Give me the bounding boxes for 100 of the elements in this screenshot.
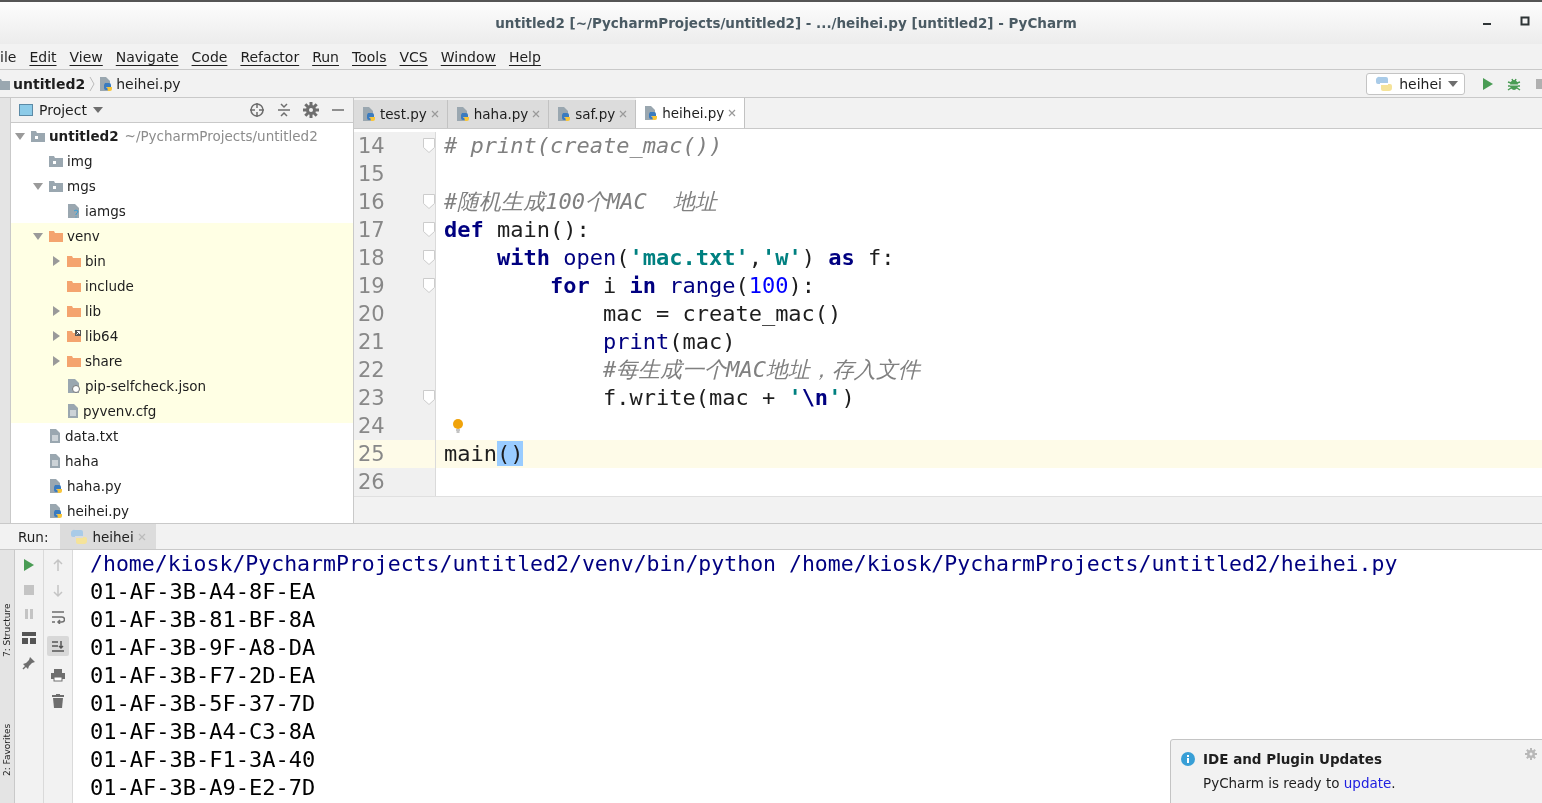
code-line: #每生成一个MAC地址，存入文件 <box>601 356 920 384</box>
editor-tab[interactable]: heihei.py <box>636 98 746 128</box>
editor-tab[interactable]: haha.py <box>447 100 550 128</box>
close-icon[interactable] <box>532 110 541 118</box>
menu-item[interactable]: Navigate <box>115 48 179 65</box>
fold-marker-icon[interactable] <box>423 222 435 238</box>
tree-item[interactable]: bin <box>67 252 106 269</box>
menu-item[interactable]: Edit <box>29 48 57 65</box>
python-file-icon <box>644 106 659 120</box>
fold-marker-icon[interactable] <box>423 278 435 294</box>
maximize-icon[interactable] <box>1520 16 1530 26</box>
menu-item[interactable]: Refactor <box>240 48 300 65</box>
print-icon[interactable] <box>51 668 65 682</box>
folder-icon <box>49 154 63 167</box>
python-file-icon <box>557 107 572 121</box>
fold-marker-icon[interactable] <box>423 250 435 266</box>
up-arrow-icon[interactable] <box>52 558 64 572</box>
collapse-arrow-icon[interactable] <box>33 230 43 241</box>
file-icon <box>67 403 79 418</box>
collapse-icon[interactable] <box>277 102 291 118</box>
close-icon[interactable] <box>728 109 737 117</box>
tree-item[interactable]: pip-selfcheck.json <box>67 377 207 394</box>
menu-item[interactable]: Code <box>191 48 228 65</box>
file-icon <box>67 378 81 393</box>
tree-item[interactable]: haha <box>49 452 99 469</box>
menu-item[interactable]: Window <box>440 48 496 65</box>
tree-item[interactable]: untitled2 <box>31 127 119 144</box>
stop-icon[interactable] <box>23 584 35 596</box>
line-number: 15 <box>357 161 386 188</box>
folder-icon <box>0 77 10 90</box>
folder-icon <box>49 179 63 192</box>
tree-item[interactable]: venv <box>49 227 100 244</box>
menu-item[interactable]: ile <box>0 48 17 65</box>
code-line: main() <box>444 440 524 468</box>
light-bulb-icon[interactable] <box>452 418 464 434</box>
tree-item[interactable]: lib64 <box>67 327 119 344</box>
console-line: 01-AF-3B-A9-E2-7D <box>90 774 316 802</box>
close-icon[interactable] <box>430 110 439 118</box>
line-number: 17 <box>357 217 386 244</box>
bug-icon[interactable] <box>1507 76 1521 91</box>
fold-marker-icon[interactable] <box>423 138 435 154</box>
python-icon <box>70 528 89 545</box>
code-line: print(mac) <box>601 328 736 356</box>
crosshair-icon[interactable] <box>249 102 265 118</box>
run-tab[interactable]: heihei <box>60 524 156 549</box>
expand-arrow-icon[interactable] <box>51 330 61 341</box>
run-icon[interactable] <box>23 558 35 572</box>
fold-marker-icon[interactable] <box>423 390 435 406</box>
breadcrumb-item[interactable]: untitled2 <box>0 75 86 92</box>
wrap-icon[interactable] <box>51 610 65 624</box>
tree-item[interactable]: share <box>67 352 123 369</box>
expand-arrow-icon[interactable] <box>51 255 61 266</box>
trash-icon[interactable] <box>52 694 64 708</box>
file-icon <box>49 453 61 468</box>
menu-item[interactable]: Tools <box>352 48 387 65</box>
python-file-icon <box>362 107 376 121</box>
expand-arrow-icon[interactable] <box>51 355 61 366</box>
project-view-dropdown[interactable]: Project <box>19 102 103 118</box>
menu-item[interactable]: Run <box>312 48 339 65</box>
tree-item[interactable]: include <box>67 277 134 294</box>
stop-icon[interactable] <box>1534 76 1542 91</box>
tree-item[interactable]: mgs <box>49 177 96 194</box>
close-icon[interactable] <box>137 532 146 541</box>
run-icon[interactable] <box>1482 76 1494 91</box>
layout-icon[interactable] <box>22 632 36 644</box>
stripe-label[interactable]: 7: Structure <box>1 590 13 670</box>
expand-arrow-icon[interactable] <box>51 305 61 316</box>
line-number: 18 <box>357 245 386 272</box>
line-number: 21 <box>357 329 386 356</box>
menu-item[interactable]: View <box>69 48 103 65</box>
pause-icon[interactable] <box>23 608 35 620</box>
fold-marker-icon[interactable] <box>423 194 435 210</box>
console-line: 01-AF-3B-F1-3A-40 <box>90 746 316 774</box>
down-arrow-icon[interactable] <box>52 584 64 598</box>
run-configuration-dropdown[interactable]: heihei <box>1366 72 1465 95</box>
editor-tab[interactable]: test.py <box>354 100 448 128</box>
console-line: /home/kiosk/PycharmProjects/untitled2/venv/bin/python /home/kiosk/PycharmProjects/untitled2/heihei.py <box>90 550 1398 578</box>
editor-tab[interactable]: saf.py <box>549 100 637 128</box>
menu-item[interactable]: VCS <box>399 48 428 65</box>
scroll-to-end-button[interactable] <box>47 636 69 656</box>
tree-item[interactable]: pyvenv.cfg <box>67 402 157 419</box>
pin-icon[interactable] <box>22 656 36 670</box>
tree-item[interactable]: data.txt <box>49 427 119 444</box>
tree-item[interactable]: iamgs <box>67 202 126 219</box>
breadcrumb-item[interactable]: heihei.py <box>99 75 181 92</box>
collapse-arrow-icon[interactable] <box>15 130 25 141</box>
menu-item[interactable]: Help <box>508 48 541 65</box>
chevron-icon <box>89 75 96 92</box>
caret-icon <box>1448 80 1458 87</box>
collapse-arrow-icon[interactable] <box>33 180 43 191</box>
code-line: for i in range(100): <box>548 272 815 300</box>
line-number: 23 <box>357 385 386 412</box>
tree-item[interactable]: lib <box>67 302 102 319</box>
close-icon[interactable] <box>619 110 628 118</box>
tree-item[interactable]: heihei.py <box>49 502 130 519</box>
console-line: 01-AF-3B-A4-C3-8A <box>90 718 316 746</box>
settings-icon[interactable] <box>303 102 319 118</box>
tree-item[interactable]: haha.py <box>49 477 122 494</box>
tree-item[interactable]: img <box>49 152 93 169</box>
stripe-label[interactable]: 2: Favorites <box>1 710 13 790</box>
